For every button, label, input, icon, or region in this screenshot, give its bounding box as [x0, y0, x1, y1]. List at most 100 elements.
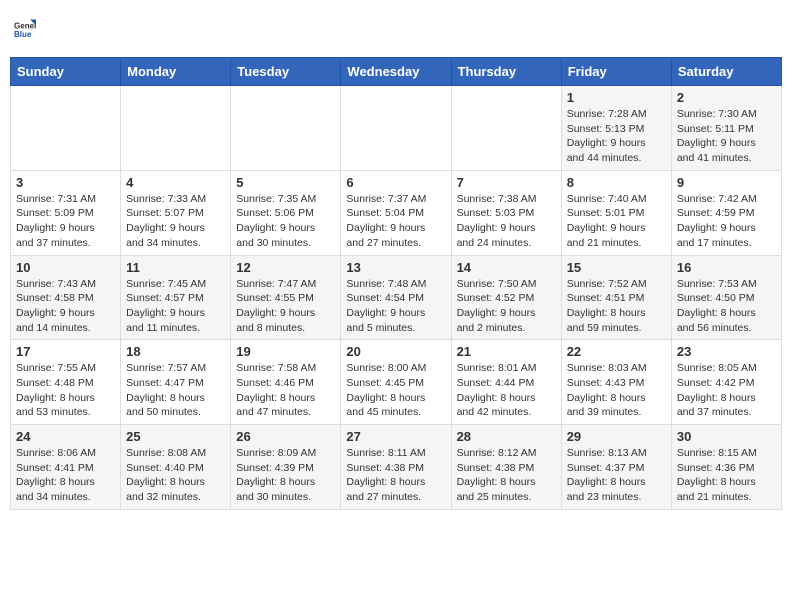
- general-blue-logo-icon: General Blue: [14, 18, 36, 40]
- weekday-header-thursday: Thursday: [451, 58, 561, 86]
- calendar-cell: 5 Sunrise: 7:35 AMSunset: 5:06 PMDaylight…: [231, 170, 341, 255]
- day-number: 20: [346, 344, 445, 359]
- day-number: 27: [346, 429, 445, 444]
- calendar-cell: 21 Sunrise: 8:01 AMSunset: 4:44 PMDayligh…: [451, 340, 561, 425]
- calendar-cell: 29 Sunrise: 8:13 AMSunset: 4:37 PMDayligh…: [561, 425, 671, 510]
- calendar-cell: 2 Sunrise: 7:30 AMSunset: 5:11 PMDaylight…: [671, 86, 781, 171]
- day-info: Sunrise: 7:53 AMSunset: 4:50 PMDaylight:…: [677, 277, 776, 336]
- day-info: Sunrise: 7:50 AMSunset: 4:52 PMDaylight:…: [457, 277, 556, 336]
- day-number: 11: [126, 260, 225, 275]
- calendar-cell: 20 Sunrise: 8:00 AMSunset: 4:45 PMDayligh…: [341, 340, 451, 425]
- calendar-cell: [341, 86, 451, 171]
- calendar-cell: 13 Sunrise: 7:48 AMSunset: 4:54 PMDayligh…: [341, 255, 451, 340]
- calendar-cell: 22Sunrise: 8:03 AMSunset: 4:43 PMDayligh…: [561, 340, 671, 425]
- day-number: 19: [236, 344, 335, 359]
- day-number: 9: [677, 175, 776, 190]
- calendar-cell: 25Sunrise: 8:08 AMSunset: 4:40 PMDayligh…: [121, 425, 231, 510]
- day-info: Sunrise: 7:35 AMSunset: 5:06 PMDaylight:…: [236, 192, 335, 251]
- day-info: Sunrise: 7:47 AMSunset: 4:55 PMDaylight:…: [236, 277, 335, 336]
- svg-text:General: General: [14, 21, 36, 30]
- calendar-body: 1Sunrise: 7:28 AMSunset: 5:13 PMDaylight…: [11, 86, 782, 510]
- day-info: Sunrise: 7:30 AMSunset: 5:11 PMDaylight:…: [677, 107, 776, 166]
- day-number: 5: [236, 175, 335, 190]
- day-info: Sunrise: 7:37 AMSunset: 5:04 PMDaylight:…: [346, 192, 445, 251]
- day-info: Sunrise: 8:11 AMSunset: 4:38 PMDaylight:…: [346, 446, 445, 505]
- weekday-header-wednesday: Wednesday: [341, 58, 451, 86]
- calendar-cell: 30 Sunrise: 8:15 AMSunset: 4:36 PMDayligh…: [671, 425, 781, 510]
- weekday-header-friday: Friday: [561, 58, 671, 86]
- day-number: 4: [126, 175, 225, 190]
- day-info: Sunrise: 7:31 AMSunset: 5:09 PMDaylight:…: [16, 192, 115, 251]
- calendar-cell: [121, 86, 231, 171]
- calendar-cell: 17Sunrise: 7:55 AMSunset: 4:48 PMDayligh…: [11, 340, 121, 425]
- day-info: Sunrise: 7:48 AMSunset: 4:54 PMDaylight:…: [346, 277, 445, 336]
- day-number: 24: [16, 429, 115, 444]
- day-number: 7: [457, 175, 556, 190]
- week-row-1: 1Sunrise: 7:28 AMSunset: 5:13 PMDaylight…: [11, 86, 782, 171]
- day-info: Sunrise: 8:06 AMSunset: 4:41 PMDaylight:…: [16, 446, 115, 505]
- calendar-cell: 26 Sunrise: 8:09 AMSunset: 4:39 PMDayligh…: [231, 425, 341, 510]
- calendar-cell: 23Sunrise: 8:05 AMSunset: 4:42 PMDayligh…: [671, 340, 781, 425]
- calendar-cell: 7Sunrise: 7:38 AMSunset: 5:03 PMDaylight…: [451, 170, 561, 255]
- calendar-cell: 11Sunrise: 7:45 AMSunset: 4:57 PMDayligh…: [121, 255, 231, 340]
- calendar-cell: 19 Sunrise: 7:58 AMSunset: 4:46 PMDayligh…: [231, 340, 341, 425]
- day-number: 3: [16, 175, 115, 190]
- weekday-header-tuesday: Tuesday: [231, 58, 341, 86]
- day-number: 17: [16, 344, 115, 359]
- day-info: Sunrise: 8:03 AMSunset: 4:43 PMDaylight:…: [567, 361, 666, 420]
- day-info: Sunrise: 8:01 AMSunset: 4:44 PMDaylight:…: [457, 361, 556, 420]
- calendar-cell: [11, 86, 121, 171]
- day-info: Sunrise: 8:00 AMSunset: 4:45 PMDaylight:…: [346, 361, 445, 420]
- week-row-2: 3 Sunrise: 7:31 AMSunset: 5:09 PMDaylight…: [11, 170, 782, 255]
- day-number: 12: [236, 260, 335, 275]
- calendar-cell: [231, 86, 341, 171]
- day-info: Sunrise: 8:15 AMSunset: 4:36 PMDaylight:…: [677, 446, 776, 505]
- day-number: 16: [677, 260, 776, 275]
- day-info: Sunrise: 8:13 AMSunset: 4:37 PMDaylight:…: [567, 446, 666, 505]
- day-info: Sunrise: 7:42 AMSunset: 4:59 PMDaylight:…: [677, 192, 776, 251]
- day-info: Sunrise: 7:52 AMSunset: 4:51 PMDaylight:…: [567, 277, 666, 336]
- day-info: Sunrise: 8:09 AMSunset: 4:39 PMDaylight:…: [236, 446, 335, 505]
- calendar-cell: 14 Sunrise: 7:50 AMSunset: 4:52 PMDayligh…: [451, 255, 561, 340]
- day-number: 26: [236, 429, 335, 444]
- day-number: 1: [567, 90, 666, 105]
- calendar-cell: 4 Sunrise: 7:33 AMSunset: 5:07 PMDaylight…: [121, 170, 231, 255]
- day-number: 14: [457, 260, 556, 275]
- day-info: Sunrise: 8:08 AMSunset: 4:40 PMDaylight:…: [126, 446, 225, 505]
- svg-text:Blue: Blue: [14, 30, 32, 39]
- calendar-cell: 16 Sunrise: 7:53 AMSunset: 4:50 PMDayligh…: [671, 255, 781, 340]
- day-number: 18: [126, 344, 225, 359]
- day-info: Sunrise: 7:58 AMSunset: 4:46 PMDaylight:…: [236, 361, 335, 420]
- week-row-3: 10 Sunrise: 7:43 AMSunset: 4:58 PMDayligh…: [11, 255, 782, 340]
- calendar-cell: 6 Sunrise: 7:37 AMSunset: 5:04 PMDaylight…: [341, 170, 451, 255]
- calendar-cell: 3 Sunrise: 7:31 AMSunset: 5:09 PMDaylight…: [11, 170, 121, 255]
- day-number: 29: [567, 429, 666, 444]
- calendar-cell: 15Sunrise: 7:52 AMSunset: 4:51 PMDayligh…: [561, 255, 671, 340]
- calendar-cell: 18Sunrise: 7:57 AMSunset: 4:47 PMDayligh…: [121, 340, 231, 425]
- calendar-cell: 28Sunrise: 8:12 AMSunset: 4:38 PMDayligh…: [451, 425, 561, 510]
- week-row-5: 24 Sunrise: 8:06 AMSunset: 4:41 PMDayligh…: [11, 425, 782, 510]
- calendar-cell: 27 Sunrise: 8:11 AMSunset: 4:38 PMDayligh…: [341, 425, 451, 510]
- calendar-cell: 8Sunrise: 7:40 AMSunset: 5:01 PMDaylight…: [561, 170, 671, 255]
- day-number: 28: [457, 429, 556, 444]
- weekday-header-saturday: Saturday: [671, 58, 781, 86]
- day-number: 6: [346, 175, 445, 190]
- day-number: 21: [457, 344, 556, 359]
- weekday-header-sunday: Sunday: [11, 58, 121, 86]
- calendar-cell: 10 Sunrise: 7:43 AMSunset: 4:58 PMDayligh…: [11, 255, 121, 340]
- calendar-table: SundayMondayTuesdayWednesdayThursdayFrid…: [10, 57, 782, 510]
- weekday-header-row: SundayMondayTuesdayWednesdayThursdayFrid…: [11, 58, 782, 86]
- day-info: Sunrise: 7:43 AMSunset: 4:58 PMDaylight:…: [16, 277, 115, 336]
- day-number: 10: [16, 260, 115, 275]
- day-info: Sunrise: 7:40 AMSunset: 5:01 PMDaylight:…: [567, 192, 666, 251]
- calendar-cell: 1Sunrise: 7:28 AMSunset: 5:13 PMDaylight…: [561, 86, 671, 171]
- calendar-cell: 24 Sunrise: 8:06 AMSunset: 4:41 PMDayligh…: [11, 425, 121, 510]
- calendar-cell: 9 Sunrise: 7:42 AMSunset: 4:59 PMDaylight…: [671, 170, 781, 255]
- day-number: 30: [677, 429, 776, 444]
- weekday-header-monday: Monday: [121, 58, 231, 86]
- day-info: Sunrise: 7:33 AMSunset: 5:07 PMDaylight:…: [126, 192, 225, 251]
- day-number: 13: [346, 260, 445, 275]
- day-info: Sunrise: 8:05 AMSunset: 4:42 PMDaylight:…: [677, 361, 776, 420]
- day-number: 2: [677, 90, 776, 105]
- header: General Blue: [10, 10, 782, 49]
